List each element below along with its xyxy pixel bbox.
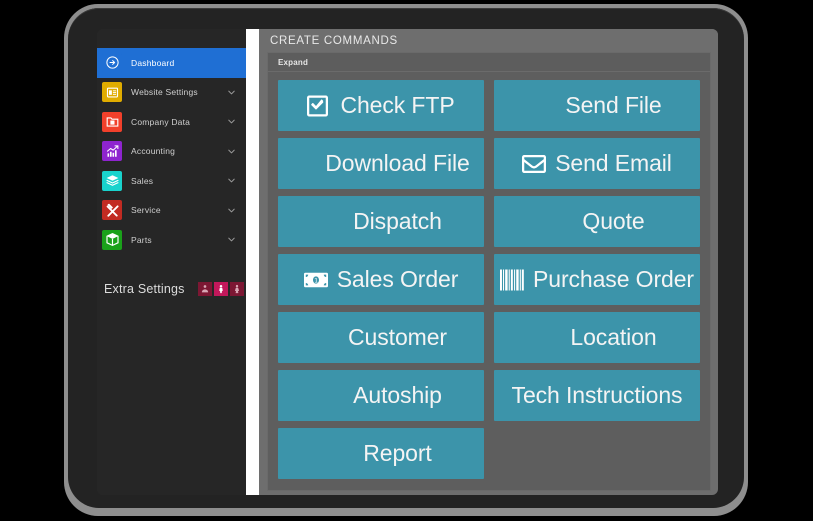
person-filled-icon[interactable] [213,281,228,296]
command-button-quote[interactable]: M528.12 301.319l47.273-208C578.806 78.30… [494,196,700,247]
money-bill-icon: 1 [303,268,328,292]
command-button-label: Quote [582,207,645,234]
sidebar-nav-list: Dashboard Website Settings Company Data Acc… [97,48,246,255]
command-button-label: Customer [348,323,447,350]
barcode-icon [500,268,524,292]
sidebar-item-sales[interactable]: Sales [97,166,246,196]
envelope-icon [522,152,547,176]
extra-settings-row: Extra Settings [97,281,246,296]
folder-document-icon [102,111,122,132]
shopping-cart-icon: M528.12 301.319l47.273-208C578.806 78.30… [549,210,573,234]
command-button-label: Autoship [353,381,442,408]
extra-settings-label: Extra Settings [104,281,185,296]
sidebar-item-label: Website Settings [131,87,198,98]
create-commands-panel: Expand Check FTP M256 8C119 8 8 119 8 256… [267,52,711,491]
panel-bottom-spacer [259,491,718,495]
sidebar-item-label: Dashboard [131,57,175,68]
screenshot-root: Dashboard Website Settings Company Data Acc… [0,0,813,521]
page-title: CREATE COMMANDS [270,34,398,47]
chevron-down-icon[interactable] [226,175,237,186]
command-button-customer[interactable]: M96 224c35.3 0 64-28.7 64-64s-28.7-64-64… [278,312,484,363]
box-icon [102,229,122,250]
sidebar-item-label: Service [131,205,161,216]
person-female-icon[interactable] [229,281,244,296]
command-button-sales-order[interactable]: 1 Sales Order [278,254,484,305]
sidebar-item-dashboard[interactable]: Dashboard [97,48,246,78]
command-button-label: Purchase Order [533,265,694,292]
sidebar-item-website-settings[interactable]: Website Settings [97,78,246,108]
wrench-screwdriver-icon [102,200,122,221]
extra-settings-icons [197,281,244,296]
command-button-grid: Check FTP M256 8C119 8 8 119 8 256s111 24… [278,80,700,479]
command-button-label: Send File [565,91,662,118]
command-button-autoship[interactable]: M440.935 12.574l3.966 82.766C399.416 41.… [278,370,484,421]
check-square-icon [307,94,331,118]
sidebar-top-spacer [97,29,246,48]
main-header: CREATE COMMANDS [259,29,718,52]
command-button-label: Sales Order [336,265,459,292]
bar-chart-icon [102,141,122,162]
users-icon: M96 224c35.3 0 64-28.7 64-64s-28.7-64-64… [315,326,339,350]
sidebar-item-label: Accounting [131,146,176,157]
arrow-circle-up-icon: M256 8C119 8 8 119 8 256s111 248 248 248… [532,94,556,118]
chevron-down-icon[interactable] [226,205,237,216]
command-button-purchase-order[interactable]: Purchase Order [494,254,700,305]
sidebar-item-label: Company Data [131,116,191,127]
command-button-check-ftp[interactable]: Check FTP [278,80,484,131]
sidebar-item-accounting[interactable]: Accounting [97,137,246,167]
folder-open-icon: M572.694 292.093L500.27 416.248A63.997 6… [330,442,354,466]
chevron-down-icon[interactable] [226,116,237,127]
refresh-icon: M440.935 12.574l3.966 82.766C399.416 41.… [320,384,344,408]
expand-label: Expand [278,57,309,67]
command-button-location[interactable]: M224 256c70.7 0 128-57.3 128-128S294.7 0… [494,312,700,363]
svg-text:1: 1 [314,277,318,284]
sidebar-item-label: Parts [131,234,152,245]
panel-body: Check FTP M256 8C119 8 8 119 8 256s111 24… [268,72,710,490]
wrench-icon: M507.73 109.1c-2.24-9.03-13.54-12.09-20.… [320,210,344,234]
user-icon: M224 256c70.7 0 128-57.3 128-128S294.7 0… [537,326,561,350]
arrow-circle-down-icon: M256 8C119 8 8 119 8 256s111 248 248 248… [292,152,316,176]
person-male-icon[interactable] [197,281,212,296]
sidebar-content-divider [246,29,259,495]
sidebar: Dashboard Website Settings Company Data Acc… [97,29,246,495]
command-button-label: Dispatch [353,207,442,234]
command-button-tech-instructions[interactable]: Tech Instructions [494,370,700,421]
tablet-screen: Dashboard Website Settings Company Data Acc… [97,29,718,495]
command-button-report[interactable]: M572.694 292.093L500.27 416.248A63.997 6… [278,428,484,479]
command-button-send-email[interactable]: Send Email [494,138,700,189]
command-button-download-file[interactable]: M256 8C119 8 8 119 8 256s111 248 248 248… [278,138,484,189]
chevron-down-icon[interactable] [226,87,237,98]
command-button-dispatch[interactable]: M507.73 109.1c-2.24-9.03-13.54-12.09-20.… [278,196,484,247]
sidebar-item-parts[interactable]: Parts [97,225,246,255]
command-button-label: Report [363,439,432,466]
command-button-send-file[interactable]: M256 8C119 8 8 119 8 256s111 248 248 248… [494,80,700,131]
command-button-label: Tech Instructions [511,381,683,408]
window-settings-icon [102,82,122,103]
command-button-label: Location [570,323,657,350]
expand-bar[interactable]: Expand [268,53,710,72]
chevron-down-icon[interactable] [226,234,237,245]
chevron-down-icon[interactable] [226,146,237,157]
stacked-books-icon [102,170,122,191]
command-button-label: Download File [325,149,470,176]
sidebar-item-service[interactable]: Service [97,196,246,226]
command-button-label: Send Email [555,149,672,176]
main-content: CREATE COMMANDS Expand Check FTP M256 8C1… [259,29,718,495]
sidebar-item-label: Sales [131,175,154,186]
arrow-circle-right-icon [102,52,122,73]
sidebar-item-company-data[interactable]: Company Data [97,107,246,137]
command-button-label: Check FTP [340,91,455,118]
